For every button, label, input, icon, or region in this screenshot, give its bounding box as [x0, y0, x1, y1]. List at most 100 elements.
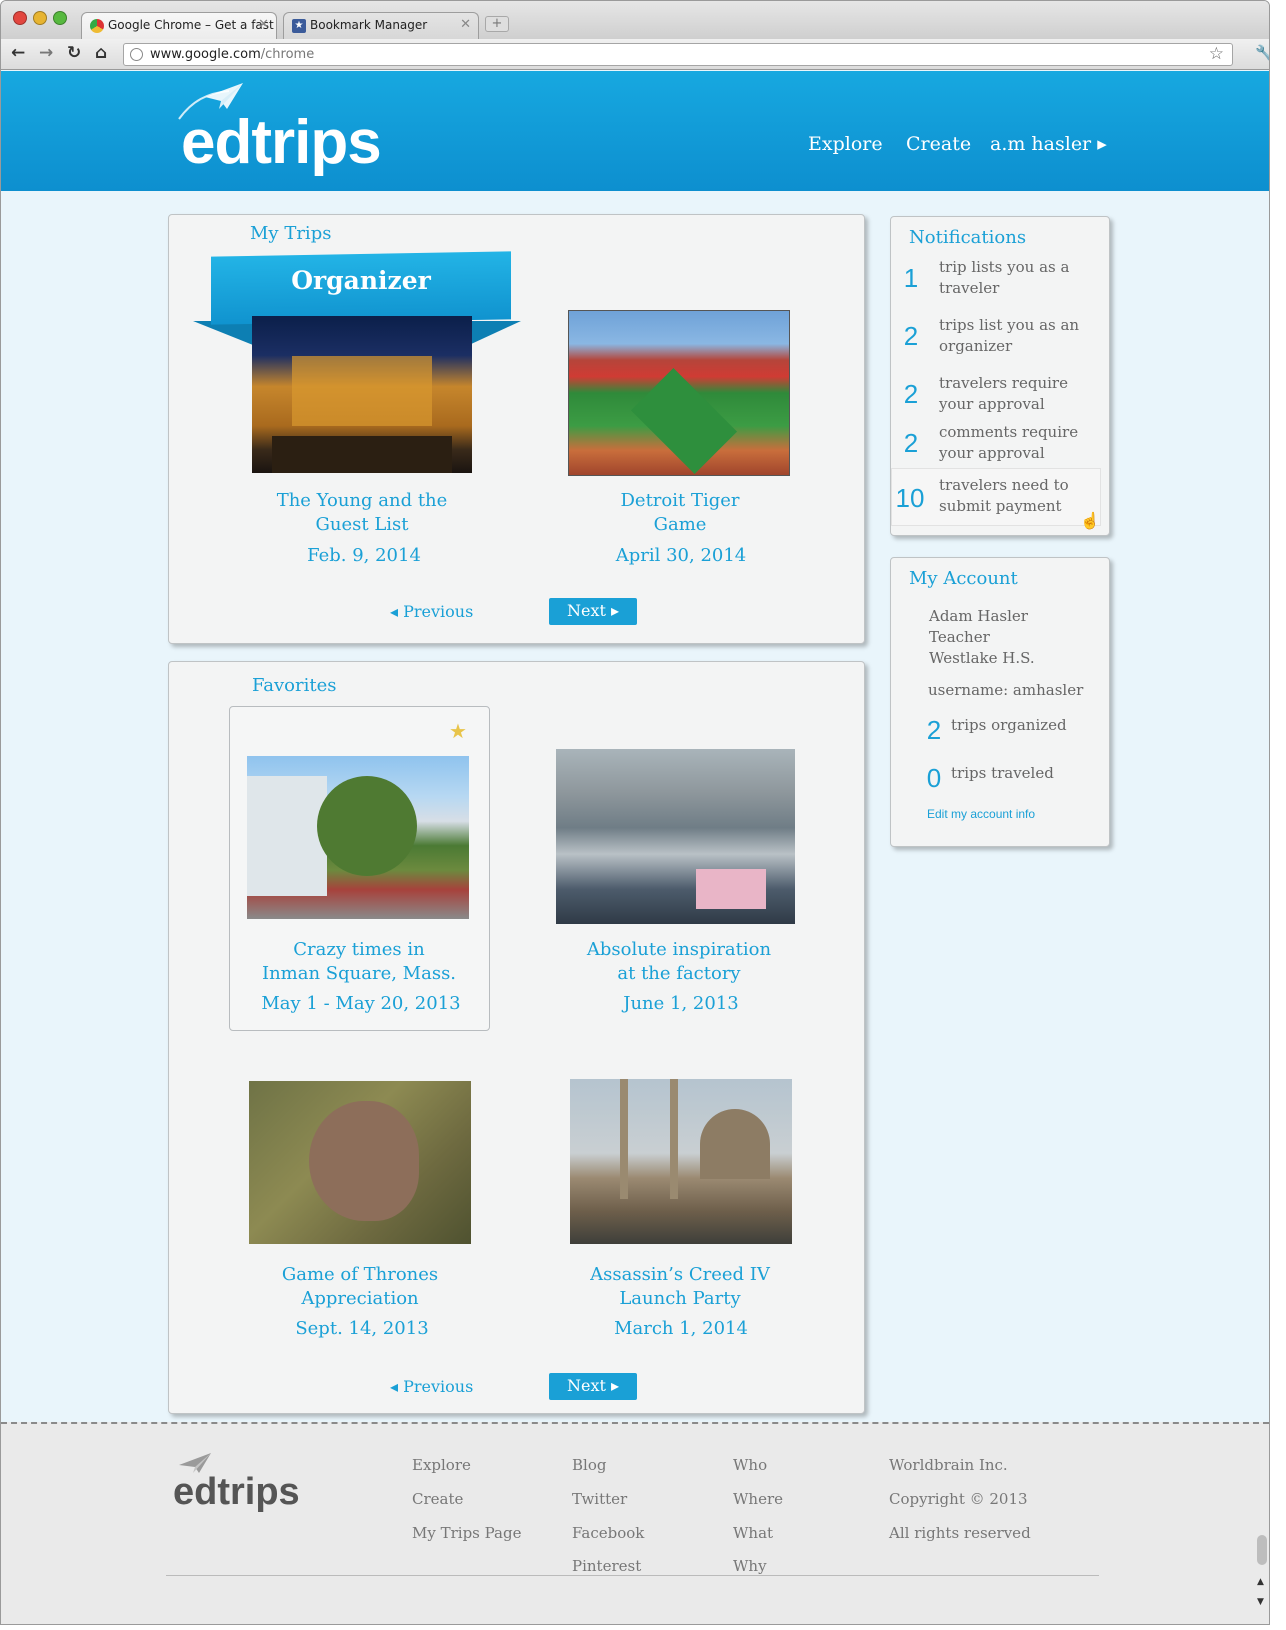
notification-count: 2 — [903, 428, 919, 458]
caret-right-icon: ▸ — [610, 1376, 620, 1395]
globe-icon — [130, 48, 143, 61]
window-controls — [13, 11, 67, 25]
footer-link-my-trips[interactable]: My Trips Page — [412, 1524, 521, 1542]
footer-link-what[interactable]: What — [733, 1524, 773, 1542]
notification-line: comments require — [939, 423, 1079, 441]
hand-cursor-icon: ☝ — [1080, 511, 1100, 530]
my-trips-next-button[interactable]: Next ▸ — [549, 598, 637, 625]
trip-image-inman-square[interactable] — [247, 756, 469, 919]
home-icon[interactable]: ⌂ — [95, 43, 107, 63]
trip-title[interactable]: Absolute inspiration at the factory — [549, 938, 809, 986]
nav-explore[interactable]: Explore — [808, 133, 883, 155]
nav-create[interactable]: Create — [906, 133, 971, 155]
trip-image-palace[interactable] — [252, 316, 472, 473]
bookmark-star-icon[interactable]: ☆ — [1209, 44, 1224, 64]
trip-title-line: Detroit Tiger — [620, 490, 740, 511]
trips-organized-label: trips organized — [951, 716, 1067, 734]
notification-count: 1 — [903, 263, 919, 293]
footer-link-explore[interactable]: Explore — [412, 1456, 471, 1474]
scroll-up-arrow-icon[interactable]: ▲ — [1257, 1577, 1264, 1587]
notification-text: trip lists you as a traveler — [939, 257, 1089, 299]
url-path: /chrome — [260, 47, 315, 62]
footer-link-blog[interactable]: Blog — [572, 1456, 606, 1474]
footer-rights: All rights reserved — [889, 1524, 1031, 1542]
my-account-heading: My Account — [909, 568, 1018, 589]
address-bar[interactable]: www.google.com/chrome ☆ — [123, 43, 1233, 66]
close-window-button[interactable] — [13, 11, 27, 25]
chrome-icon — [90, 19, 104, 33]
favorite-star-icon[interactable]: ★ — [449, 719, 467, 743]
next-label: Next — [566, 601, 606, 620]
trip-image-factory[interactable] — [556, 749, 795, 924]
close-tab-icon[interactable]: ✕ — [258, 17, 269, 32]
notification-text: travelers require your approval — [939, 373, 1089, 415]
reload-icon[interactable]: ↻ — [67, 43, 81, 63]
notification-line: organizer — [939, 337, 1013, 355]
my-account-card — [890, 557, 1110, 847]
notifications-heading: Notifications — [909, 227, 1027, 248]
favorites-next-button[interactable]: Next ▸ — [549, 1373, 637, 1400]
back-arrow-icon[interactable]: ← — [11, 43, 25, 63]
notification-text: trips list you as an organizer — [939, 315, 1089, 357]
nav-user-menu[interactable]: a.m hasler ▸ — [990, 133, 1107, 155]
trip-image-ballpark[interactable] — [568, 310, 790, 476]
site-logo[interactable]: edtrips — [181, 107, 382, 178]
trip-date: Feb. 9, 2014 — [307, 545, 421, 566]
trip-image-partridge[interactable] — [249, 1081, 471, 1244]
notification-line: trips list you as an — [939, 316, 1080, 334]
footer-link-facebook[interactable]: Facebook — [572, 1524, 644, 1542]
footer-copyright: Copyright © 2013 — [889, 1490, 1028, 1508]
scrollbar[interactable]: ▲ ▼ — [1255, 1535, 1269, 1624]
trip-title[interactable]: Crazy times in Inman Square, Mass. — [229, 938, 489, 986]
tab-bookmark-manager[interactable]: ★ Bookmark Manager ✕ — [283, 12, 479, 39]
close-tab-icon[interactable]: ✕ — [460, 17, 471, 32]
footer-link-twitter[interactable]: Twitter — [572, 1490, 627, 1508]
previous-label: Previous — [403, 602, 474, 621]
trips-traveled-count: 0 — [926, 763, 942, 793]
banner-fold-right — [469, 321, 521, 345]
url-host: www.google.com — [150, 47, 261, 62]
caret-right-icon: ▸ — [610, 601, 620, 620]
favorites-previous[interactable]: ◂ Previous — [390, 1377, 473, 1396]
footer-link-why[interactable]: Why — [733, 1557, 767, 1575]
tab-bar: Google Chrome – Get a fast ✕ ★ Bookmark … — [1, 1, 1269, 39]
trip-title[interactable]: Assassin’s Creed IV Launch Party — [550, 1263, 810, 1311]
edit-account-link[interactable]: Edit my account info — [927, 807, 1035, 821]
trip-title-line: The Young and the — [276, 490, 448, 511]
trip-date: June 1, 2013 — [623, 993, 739, 1014]
notification-text: comments require your approval — [939, 422, 1089, 464]
footer-link-where[interactable]: Where — [733, 1490, 783, 1508]
trips-organized-count: 2 — [926, 715, 942, 745]
trip-date: Sept. 14, 2013 — [295, 1318, 429, 1339]
organizer-banner-label: Organizer — [291, 266, 431, 295]
footer-link-who[interactable]: Who — [733, 1456, 767, 1474]
tab-label: Google Chrome – Get a fast — [108, 18, 274, 32]
wrench-icon[interactable]: 🔧 — [1255, 44, 1269, 62]
scroll-thumb[interactable] — [1257, 1535, 1267, 1565]
trip-title[interactable]: Game of Thrones Appreciation — [230, 1263, 490, 1311]
notification-item-hover[interactable]: 10 travelers need to submit payment — [891, 468, 1101, 526]
scroll-down-arrow-icon[interactable]: ▼ — [1257, 1597, 1264, 1607]
forward-arrow-icon[interactable]: → — [39, 43, 53, 63]
notification-count: 2 — [903, 321, 919, 351]
new-tab-button[interactable]: + — [485, 16, 509, 32]
caret-left-icon: ◂ — [390, 1377, 404, 1396]
trip-title-line: Game — [653, 514, 707, 535]
footer-link-create[interactable]: Create — [412, 1490, 463, 1508]
previous-label: Previous — [403, 1377, 474, 1396]
notification-line: travelers need to — [939, 476, 1069, 494]
my-trips-previous[interactable]: ◂ Previous — [390, 602, 473, 621]
footer-company: Worldbrain Inc. — [889, 1456, 1008, 1474]
footer-link-pinterest[interactable]: Pinterest — [572, 1557, 641, 1575]
footer-logo[interactable]: edtrips — [173, 1471, 300, 1514]
minimize-window-button[interactable] — [33, 11, 47, 25]
next-label: Next — [566, 1376, 606, 1395]
trips-traveled-label: trips traveled — [951, 764, 1054, 782]
zoom-window-button[interactable] — [53, 11, 67, 25]
trip-title[interactable]: The Young and the Guest List — [232, 489, 492, 537]
notification-line: submit payment — [939, 497, 1062, 515]
trip-title[interactable]: Detroit Tiger Game — [550, 489, 810, 537]
tab-google-chrome[interactable]: Google Chrome – Get a fast ✕ — [81, 12, 277, 39]
footer-divider — [166, 1575, 1099, 1576]
trip-image-mosque[interactable] — [570, 1079, 792, 1244]
